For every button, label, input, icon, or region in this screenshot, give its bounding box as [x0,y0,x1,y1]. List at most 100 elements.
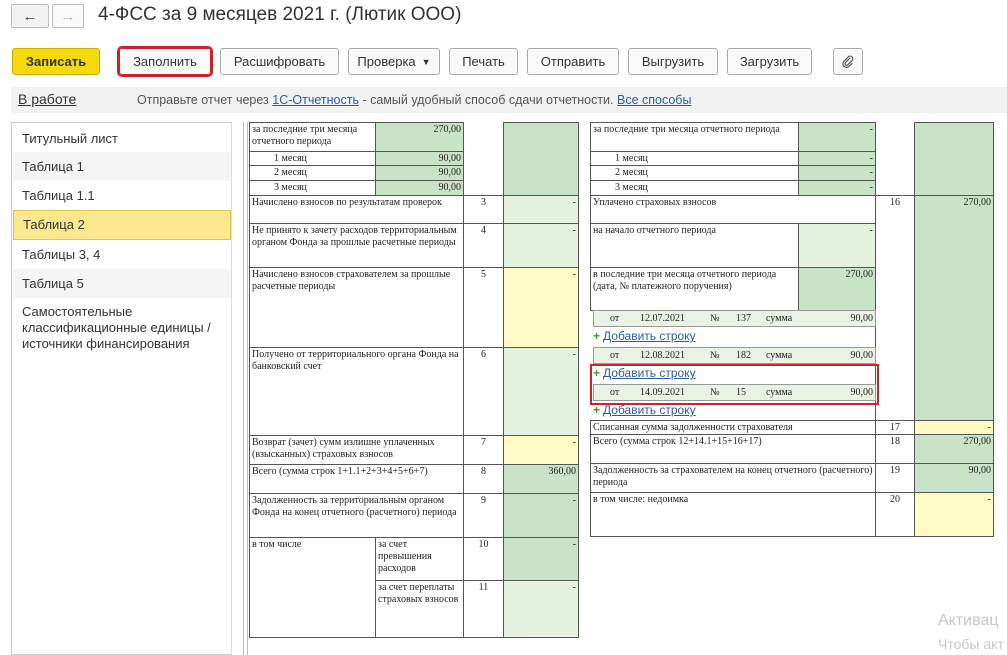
right-month2-value[interactable]: - [798,165,876,181]
payment-no[interactable]: 137 [736,313,751,324]
back-button[interactable]: ← [11,4,49,28]
attach-button[interactable] [833,48,863,75]
left-row-3-label: Начислено взносов по результатам проверо… [249,195,464,224]
left-row-9-value: - [503,493,579,538]
payment-row-2[interactable]: от 12.08.2021 № 182 сумма 90,00 [593,347,876,364]
left-month2-value[interactable]: 90,00 [375,165,464,181]
left-row-11-num: 11 [463,580,504,638]
right-row-20-num: 20 [875,492,915,537]
check-dropdown-button[interactable]: Проверка ▼ [348,48,440,75]
left-top-green-col [503,122,579,196]
payment-no[interactable]: 182 [736,350,751,361]
left-row-11-value[interactable]: - [503,580,579,638]
sidebar-item-table-2[interactable]: Таблица 2 [13,210,231,240]
right-row-18-num: 18 [875,434,915,464]
right-row-18-label: Всего (сумма строк 12+14.1+15+16+17) [590,434,876,464]
right-row-19-label: Задолженность за страхователем на конец … [590,463,876,493]
right-top-green-col [914,122,994,196]
left-month2-label: 2 месяц [249,165,376,181]
print-button[interactable]: Печать [449,48,518,75]
payment-sum-label: сумма [766,313,793,324]
right-month3-value[interactable]: - [798,180,876,196]
sidebar-item-table-1-1[interactable]: Таблица 1.1 [13,181,231,210]
left-row-7-num: 7 [463,435,504,465]
add-row-link-2[interactable]: + Добавить строку [593,366,696,380]
right-start-period-value[interactable]: - [798,223,876,268]
left-row-4-num: 4 [463,223,504,268]
right-month1-value[interactable]: - [798,151,876,166]
right-row-17-value[interactable]: - [914,420,994,435]
left-row-8-label: Всего (сумма строк 1+1.1+2+3+4+5+6+7) [249,464,464,494]
payment-row-3[interactable]: от 14.09.2021 № 15 сумма 90,00 [593,384,876,401]
left-month3-value[interactable]: 90,00 [375,180,464,196]
report-form: за последние три месяца отчетного период… [243,122,1007,655]
right-last3-paid-subtext: (дата, № платежного поручения) [593,281,732,292]
save-button[interactable]: Записать [12,48,100,75]
page-title: 4-ФСС за 9 месяцев 2021 г. (Лютик ООО) [98,4,462,25]
payment-sum[interactable]: 90,00 [851,350,874,361]
payment-no[interactable]: 15 [736,387,746,398]
left-row-8-value: 360,00 [503,464,579,494]
right-month2-label: 2 месяц [590,165,799,181]
payment-row-1[interactable]: от 12.07.2021 № 137 сумма 90,00 [593,310,876,327]
left-month1-label: 1 месяц [249,151,376,166]
arrow-right-icon: → [60,7,76,25]
payment-no-label: № [710,387,720,398]
status-state-link[interactable]: В работе [18,91,76,107]
payment-date[interactable]: 14.09.2021 [640,387,685,398]
reporting-service-link[interactable]: 1С-Отчетность [272,93,359,107]
form-left-border [243,122,244,655]
status-bar: В работе Отправьте отчет через 1С-Отчетн… [11,87,1007,113]
left-row-6-value[interactable]: - [503,347,579,436]
status-message-tail: - самый удобный способ сдачи отчетности. [358,93,617,107]
sidebar-item-table-5[interactable]: Таблица 5 [13,269,231,298]
import-button[interactable]: Загрузить [727,48,812,75]
right-row-20-value[interactable]: - [914,492,994,537]
left-row-4-value[interactable]: - [503,223,579,268]
left-row-9-label: Задолженность за территориальным органом… [249,493,464,538]
left-last-three-months-value[interactable]: 270,00 [375,122,464,152]
add-row-link-1[interactable]: + Добавить строку [593,329,696,343]
sidebar-item-classification-units[interactable]: Самостоятельные классификационные единиц… [13,301,231,355]
payment-date[interactable]: 12.08.2021 [640,350,685,361]
payment-from-label: от [610,350,620,361]
sidebar-item-table-1[interactable]: Таблица 1 [13,152,231,181]
add-row-link-3[interactable]: + Добавить строку [593,403,696,417]
left-row-6-label: Получено от территориального органа Фонд… [249,347,464,436]
fill-button[interactable]: Заполнить [117,46,213,77]
payment-sum[interactable]: 90,00 [851,313,874,324]
forward-button[interactable]: → [52,4,84,28]
plus-icon: + [593,403,601,417]
left-row-7-label: Возврат (зачет) сумм излишне уплаченных … [249,435,464,465]
add-row-label: Добавить строку [603,366,696,380]
right-last3-paid-value: 270,00 [798,267,876,311]
left-month1-value[interactable]: 90,00 [375,151,464,166]
payment-date[interactable]: 12.07.2021 [640,313,685,324]
right-month1-label: 1 месяц [590,151,799,166]
right-last-three-months-value[interactable]: - [798,122,876,152]
check-button-label: Проверка [357,54,416,69]
send-button[interactable]: Отправить [527,48,619,75]
left-row-3-value[interactable]: - [503,195,579,224]
sections-sidebar: Титульный лист Таблица 1 Таблица 1.1 Таб… [11,122,232,655]
payment-sum[interactable]: 90,00 [851,387,874,398]
all-ways-link[interactable]: Все способы [617,93,691,107]
decode-button[interactable]: Расшифровать [220,48,339,75]
right-row-16-num: 16 [875,195,915,421]
export-button[interactable]: Выгрузить [628,48,718,75]
sidebar-item-tables-3-4[interactable]: Таблицы 3, 4 [13,240,231,269]
left-row-3-num: 3 [463,195,504,224]
activation-watermark-line1: Активац [938,612,999,629]
plus-icon: + [593,366,601,380]
left-row-10-num: 10 [463,537,504,581]
paperclip-icon [842,55,854,68]
left-row-5-value[interactable]: - [503,267,579,348]
left-row-7-value[interactable]: - [503,435,579,465]
right-row-17-label: Списанная сумма задолженности страховате… [590,420,876,435]
plus-icon: + [593,329,601,343]
sidebar-item-title-page[interactable]: Титульный лист [13,125,231,152]
payment-sum-label: сумма [766,387,793,398]
left-last-three-months-label: за последние три месяца отчетного период… [249,122,376,152]
left-spacer-col [463,122,504,196]
right-row-16-label: Уплачено страховых взносов [590,195,876,224]
